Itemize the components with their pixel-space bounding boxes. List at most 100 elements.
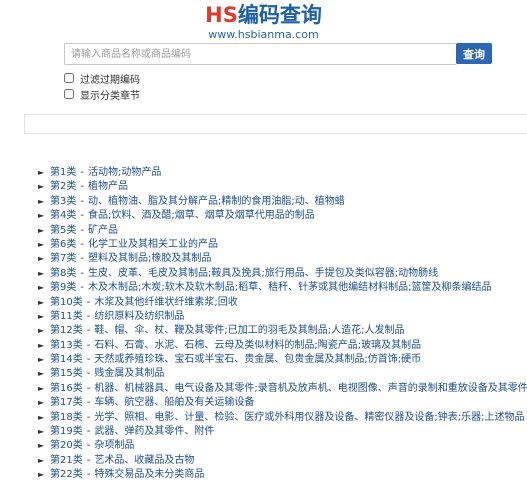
category-code: 第11类 bbox=[50, 310, 83, 322]
filter-expired-checkbox[interactable] bbox=[64, 73, 74, 83]
category-name[interactable]: 木及木制品;木炭;软木及软木制品;稻草、秸秆、针茅或其他编结材料制品;篮筐及柳条… bbox=[88, 281, 491, 295]
arrow-right-icon: ► bbox=[38, 326, 45, 336]
arrow-right-icon: ► bbox=[38, 355, 45, 365]
category-list: ► 第1类 - 活动物;动物产品 ► 第2类 - 植物产品 ► 第3类 - 动、植物油、脂及其分解产品… bbox=[38, 166, 527, 483]
category-separator: - bbox=[80, 181, 84, 193]
category-item[interactable]: ► 第5类 - 矿产品 bbox=[38, 224, 527, 238]
category-code: 第2类 bbox=[50, 181, 77, 193]
category-code: 第14类 bbox=[50, 354, 83, 366]
category-name[interactable]: 特殊交易品及未分类商品 bbox=[94, 468, 204, 482]
category-item[interactable]: ► 第12类 - 鞋、帽、伞、杖、鞭及其零件;已加工的羽毛及其制品;人造花;人发制品 bbox=[38, 324, 527, 338]
category-separator: - bbox=[80, 282, 84, 294]
category-separator: - bbox=[86, 440, 91, 452]
category-separator: - bbox=[86, 296, 91, 308]
arrow-right-icon: ► bbox=[38, 268, 45, 278]
category-item[interactable]: ► 第20类 - 杂项制品 bbox=[38, 439, 527, 453]
category-code: 第13类 bbox=[50, 339, 83, 351]
category-name[interactable]: 石料、石膏、水泥、石棉、云母及类似材料的制品;陶瓷产品;玻璃及其制品 bbox=[94, 339, 421, 353]
category-item[interactable]: ► 第14类 - 天然或养殖珍珠、宝石或半宝石、贵金属、包贵金属及其制品;仿首饰;硬币 bbox=[38, 353, 527, 367]
category-code: 第3类 bbox=[50, 195, 77, 207]
category-item[interactable]: ► 第16类 - 机器、机械器具、电气设备及其零件;录音机及放声机、电视图像、声音的录… bbox=[38, 382, 527, 396]
search-button[interactable]: 查询 bbox=[456, 43, 492, 64]
show-chapters-option[interactable]: 显示分类章节 bbox=[64, 87, 140, 102]
category-name[interactable]: 矿产品 bbox=[88, 224, 118, 238]
category-code: 第19类 bbox=[50, 426, 83, 438]
category-item[interactable]: ► 第17类 - 车辆、航空器、船舶及有关运输设备 bbox=[38, 396, 527, 410]
arrow-right-icon: ► bbox=[38, 283, 45, 293]
category-code: 第15类 bbox=[50, 368, 83, 380]
category-name[interactable]: 化学工业及其相关工业的产品 bbox=[88, 238, 218, 252]
search-input[interactable] bbox=[64, 43, 457, 65]
category-item[interactable]: ► 第15类 - 贱金属及其制品 bbox=[38, 367, 527, 381]
category-name[interactable]: 贱金属及其制品 bbox=[94, 367, 164, 381]
category-name[interactable]: 艺术品、收藏品及古物 bbox=[94, 454, 194, 468]
category-separator: - bbox=[80, 210, 84, 222]
category-name[interactable]: 纺织原料及纺织制品 bbox=[94, 310, 184, 324]
category-item[interactable]: ► 第11类 - 纺织原料及纺织制品 bbox=[38, 310, 527, 324]
category-code: 第21类 bbox=[50, 454, 83, 466]
category-item[interactable]: ► 第1类 - 活动物;动物产品 bbox=[38, 166, 527, 180]
category-item[interactable]: ► 第8类 - 生皮、皮革、毛皮及其制品;鞍具及挽具;旅行用品、手提包及类似容器;动物… bbox=[38, 267, 527, 281]
category-code: 第4类 bbox=[50, 210, 77, 222]
category-item[interactable]: ► 第7类 - 塑料及其制品;橡胶及其制品 bbox=[38, 252, 527, 266]
category-item[interactable]: ► 第6类 - 化学工业及其相关工业的产品 bbox=[38, 238, 527, 252]
category-code: 第8类 bbox=[50, 267, 77, 279]
category-item[interactable]: ► 第19类 - 武器、弹药及其零件、附件 bbox=[38, 425, 527, 439]
category-name[interactable]: 植物产品 bbox=[88, 180, 128, 194]
category-item[interactable]: ► 第10类 - 木浆及其他纤维状纤维素浆;回收 bbox=[38, 296, 527, 310]
category-separator: - bbox=[86, 382, 91, 394]
category-name[interactable]: 鞋、帽、伞、杖、鞭及其零件;已加工的羽毛及其制品;人造花;人发制品 bbox=[94, 324, 404, 338]
arrow-right-icon: ► bbox=[38, 383, 45, 393]
category-name[interactable]: 塑料及其制品;橡胶及其制品 bbox=[88, 252, 211, 266]
filter-expired-option[interactable]: 过滤过期编码 bbox=[64, 71, 140, 86]
site-logo[interactable]: HS编码查询 bbox=[0, 2, 527, 28]
arrow-right-icon: ► bbox=[38, 369, 45, 379]
arrow-right-icon: ► bbox=[38, 427, 45, 437]
category-name[interactable]: 杂项制品 bbox=[94, 439, 134, 453]
category-item[interactable]: ► 第3类 - 动、植物油、脂及其分解产品;精制的食用油脂;动、植物蜡 bbox=[38, 195, 527, 209]
arrow-right-icon: ► bbox=[38, 470, 45, 480]
category-name[interactable]: 食品;饮料、酒及醋;烟草、烟草及烟草代用品的制品 bbox=[88, 209, 315, 223]
category-name[interactable]: 生皮、皮革、毛皮及其制品;鞍具及挽具;旅行用品、手提包及类似容器;动物肠线 bbox=[88, 267, 438, 281]
category-item[interactable]: ► 第21类 - 艺术品、收藏品及古物 bbox=[38, 454, 527, 468]
category-item[interactable]: ► 第9类 - 木及木制品;木炭;软木及软木制品;稻草、秸秆、针茅或其他编结材料制品;… bbox=[38, 281, 527, 295]
category-name[interactable]: 机器、机械器具、电气设备及其零件;录音机及放声机、电视图像、声音的录制和重放设备… bbox=[94, 382, 527, 396]
category-name[interactable]: 木浆及其他纤维状纤维素浆;回收 bbox=[94, 296, 237, 310]
arrow-right-icon: ► bbox=[38, 168, 45, 177]
show-chapters-checkbox[interactable] bbox=[64, 89, 74, 99]
category-item[interactable]: ► 第18类 - 光学、照相、电影、计量、检验、医疗或外科用仪器及设备、精密仪器及设备… bbox=[38, 411, 527, 425]
arrow-right-icon: ► bbox=[38, 455, 45, 465]
category-code: 第5类 bbox=[50, 224, 77, 236]
category-name[interactable]: 天然或养殖珍珠、宝石或半宝石、贵金属、包贵金属及其制品;仿首饰;硬币 bbox=[94, 353, 421, 367]
category-name[interactable]: 动、植物油、脂及其分解产品;精制的食用油脂;动、植物蜡 bbox=[88, 195, 345, 209]
category-separator: - bbox=[86, 469, 91, 481]
category-separator: - bbox=[86, 354, 91, 366]
arrow-right-icon: ► bbox=[38, 254, 45, 264]
category-code: 第18类 bbox=[50, 411, 83, 423]
category-code: 第1类 bbox=[50, 167, 77, 178]
category-separator: - bbox=[80, 224, 84, 236]
site-url: www.hsbianma.com bbox=[208, 28, 319, 41]
arrow-right-icon: ► bbox=[38, 311, 45, 321]
category-name[interactable]: 活动物;动物产品 bbox=[88, 166, 161, 180]
category-separator: - bbox=[80, 267, 84, 279]
results-panel bbox=[24, 114, 527, 134]
category-name[interactable]: 武器、弹药及其零件、附件 bbox=[94, 425, 214, 439]
category-separator: - bbox=[86, 454, 91, 466]
category-separator: - bbox=[86, 339, 91, 351]
category-code: 第6类 bbox=[50, 238, 77, 250]
category-name[interactable]: 车辆、航空器、船舶及有关运输设备 bbox=[94, 396, 254, 410]
category-code: 第17类 bbox=[50, 397, 83, 409]
arrow-right-icon: ► bbox=[38, 211, 45, 221]
category-item[interactable]: ► 第4类 - 食品;饮料、酒及醋;烟草、烟草及烟草代用品的制品 bbox=[38, 209, 527, 223]
arrow-right-icon: ► bbox=[38, 225, 45, 235]
category-item[interactable]: ► 第13类 - 石料、石膏、水泥、石棉、云母及类似材料的制品;陶瓷产品;玻璃及其制品 bbox=[38, 339, 527, 353]
category-separator: - bbox=[86, 310, 91, 322]
category-code: 第22类 bbox=[50, 469, 83, 481]
category-name[interactable]: 光学、照相、电影、计量、检验、医疗或外科用仪器及设备、精密仪器及设备;钟表;乐器… bbox=[94, 411, 524, 425]
category-item[interactable]: ► 第2类 - 植物产品 bbox=[38, 180, 527, 194]
arrow-right-icon: ► bbox=[38, 182, 45, 192]
category-code: 第7类 bbox=[50, 253, 77, 265]
arrow-right-icon: ► bbox=[38, 340, 45, 350]
category-item[interactable]: ► 第22类 - 特殊交易品及未分类商品 bbox=[38, 468, 527, 482]
